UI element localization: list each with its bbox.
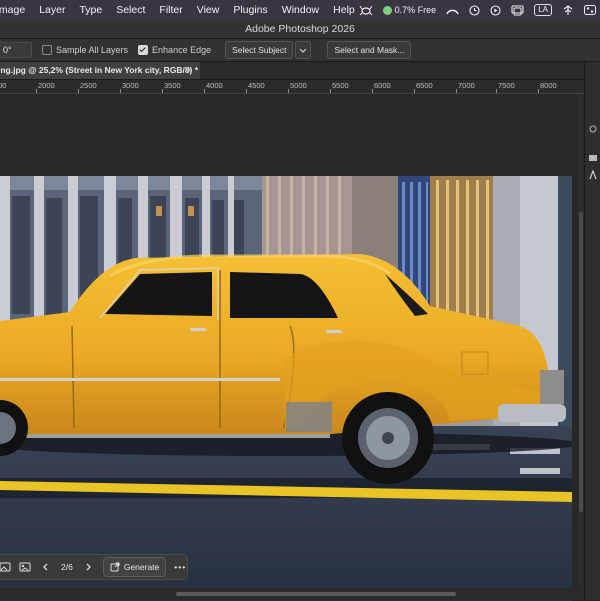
ruler-tick xyxy=(204,89,205,93)
options-bar: 0° Sample All Layers Enhance Edge Select… xyxy=(0,39,600,62)
menu-window[interactable]: Window xyxy=(282,4,319,16)
sample-all-layers-checkbox[interactable] xyxy=(42,45,52,55)
document-tab[interactable]: ing.jpg @ 25,2% (Street in New York city… xyxy=(0,62,200,79)
panel-icon[interactable] xyxy=(589,169,597,182)
menu-view[interactable]: View xyxy=(197,4,220,16)
ruler-label: 2000 xyxy=(38,81,55,90)
macos-menu-bar: Image Layer Type Select Filter View Plugins Win… xyxy=(0,0,600,20)
ruler-tick xyxy=(538,89,539,93)
canvas-area[interactable] xyxy=(0,94,578,601)
panel-icon[interactable] xyxy=(589,154,597,163)
cpu-percent: 0.7% Free xyxy=(394,5,437,15)
close-tab-icon[interactable]: × xyxy=(186,62,192,79)
menu-select[interactable]: Select xyxy=(116,4,145,16)
image-icon[interactable] xyxy=(15,557,35,577)
sample-all-layers-label: Sample All Layers xyxy=(56,45,129,55)
cpu-monitor[interactable]: 0.7% Free xyxy=(382,0,437,20)
previous-variation-icon[interactable] xyxy=(35,557,55,577)
select-subject-button[interactable]: Select Subject xyxy=(225,41,294,59)
ruler-tick xyxy=(162,89,163,93)
ruler-label: 5000 xyxy=(290,81,307,90)
ruler-label: 2500 xyxy=(80,81,97,90)
ruler-tick xyxy=(78,89,79,93)
panel-icon[interactable] xyxy=(589,124,597,136)
app-menu: Image Layer Type Select Filter View Plugins Win… xyxy=(0,4,369,16)
crab-icon[interactable] xyxy=(359,0,373,20)
document-image[interactable] xyxy=(0,176,572,601)
ruler-tick xyxy=(456,89,457,93)
vertical-scroll-thumb[interactable] xyxy=(579,212,583,512)
sample-all-layers-option[interactable]: Sample All Layers xyxy=(42,45,128,55)
ruler-label: 8000 xyxy=(540,81,557,90)
enhance-edge-checkbox[interactable] xyxy=(138,45,149,55)
ruler-label: 5500 xyxy=(332,81,349,90)
ruler-label: 3000 xyxy=(122,81,139,90)
ruler-label: 00 xyxy=(0,81,7,90)
document-tab-bar: ing.jpg @ 25,2% (Street in New York city… xyxy=(0,62,600,80)
generate-label: Generate xyxy=(123,562,160,572)
menu-image[interactable]: Image xyxy=(0,4,25,16)
input-source[interactable]: LA xyxy=(534,0,552,20)
right-panel-dock xyxy=(584,62,600,600)
ruler-label: 7000 xyxy=(458,81,475,90)
contextual-task-bar: 2/6 Generate ••• xyxy=(0,554,188,580)
menu-plugins[interactable]: Plugins xyxy=(233,4,267,16)
window-title: Adobe Photoshop 2026 xyxy=(0,20,600,39)
generate-button[interactable]: Generate xyxy=(102,557,167,577)
select-subject-dropdown[interactable] xyxy=(295,41,312,59)
arc-icon[interactable] xyxy=(446,0,459,20)
select-and-mask-button[interactable]: Select and Mask... xyxy=(327,41,412,59)
ruler-label: 6000 xyxy=(374,81,391,90)
angle-input[interactable]: 0° xyxy=(0,42,32,58)
document-tab-label: ing.jpg @ 25,2% (Street in New York city… xyxy=(0,65,199,75)
ruler-tick xyxy=(414,89,415,93)
ruler-tick xyxy=(120,89,121,93)
more-options-icon[interactable]: ••• xyxy=(174,562,186,572)
ruler-label: 4000 xyxy=(206,81,223,90)
ruler-label: 7500 xyxy=(498,81,515,90)
ruler-tick xyxy=(330,89,331,93)
menu-type[interactable]: Type xyxy=(79,4,102,16)
status-area: 0.7% Free LA xyxy=(359,0,596,20)
next-variation-icon[interactable] xyxy=(79,557,99,577)
control-center-icon[interactable] xyxy=(584,0,596,20)
menu-layer[interactable]: Layer xyxy=(39,4,65,16)
horizontal-scrollbar[interactable] xyxy=(0,588,584,600)
ruler-tick xyxy=(36,89,37,93)
ruler-tick xyxy=(372,89,373,93)
network-icon[interactable] xyxy=(562,0,574,20)
clock-icon[interactable] xyxy=(469,0,480,20)
ruler-tick xyxy=(496,89,497,93)
ruler-label: 4500 xyxy=(248,81,265,90)
ruler-tick xyxy=(246,89,247,93)
horizontal-ruler: 00 2000 2500 3000 3500 4000 4500 5000 5500 6000 65… xyxy=(0,80,584,94)
chevron-down-icon xyxy=(300,48,307,53)
enhance-edge-label: Enhance Edge xyxy=(152,45,212,55)
generate-icon xyxy=(110,562,120,572)
ruler-tick xyxy=(288,89,289,93)
ruler-label: 3500 xyxy=(164,81,181,90)
menu-filter[interactable]: Filter xyxy=(159,4,182,16)
menu-help[interactable]: Help xyxy=(333,4,355,16)
ruler-label: 6500 xyxy=(416,81,433,90)
screen-mirroring-icon[interactable] xyxy=(511,0,524,20)
play-icon[interactable] xyxy=(490,0,501,20)
cpu-indicator-icon xyxy=(382,5,392,15)
image-variations-icon[interactable] xyxy=(0,557,15,577)
enhance-edge-option[interactable]: Enhance Edge xyxy=(138,45,211,55)
horizontal-scroll-thumb[interactable] xyxy=(176,592,456,596)
variation-counter: 2/6 xyxy=(61,562,73,572)
